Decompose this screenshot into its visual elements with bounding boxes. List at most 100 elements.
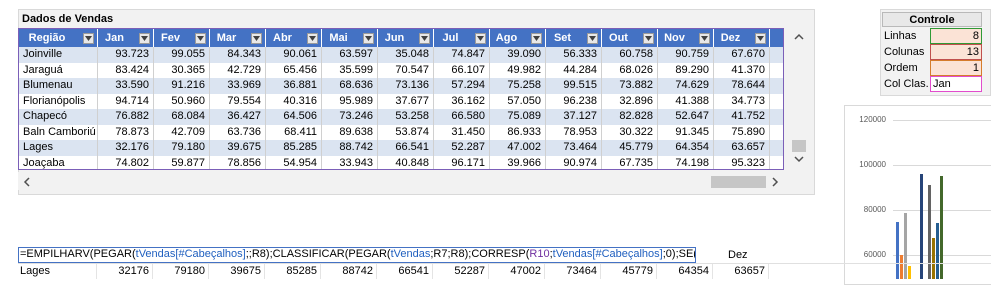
value-cell[interactable]: 66.541 xyxy=(378,140,434,156)
result-value-cell[interactable]: 88742 xyxy=(321,264,377,279)
value-cell[interactable]: 74.802 xyxy=(98,155,154,169)
chart-bar[interactable] xyxy=(908,266,911,279)
result-value-cell[interactable]: 39675 xyxy=(209,264,265,279)
scroll-left-icon[interactable] xyxy=(20,175,34,189)
value-cell[interactable]: 35.048 xyxy=(378,47,434,63)
value-cell[interactable]: 90.974 xyxy=(546,155,602,169)
table-row[interactable]: Blumenau 33.590 91.216 33.969 36.881 68.636 73… xyxy=(19,78,783,94)
value-cell[interactable]: 68.084 xyxy=(154,109,210,125)
table-row[interactable]: Lages 32.176 79.180 39.675 85.285 88.742 66.54… xyxy=(19,140,783,156)
result-value-cell[interactable]: 73464 xyxy=(545,264,601,279)
formula-cell[interactable]: =EMPILHARV(PEGAR(tVendas[#Cabeçalhos];;R… xyxy=(18,247,696,263)
horizontal-scroll-thumb[interactable] xyxy=(711,176,766,188)
value-cell[interactable]: 93.723 xyxy=(98,47,154,63)
value-cell[interactable]: 53.874 xyxy=(378,124,434,140)
chart-bar[interactable] xyxy=(900,255,903,279)
region-cell[interactable]: Chapecó xyxy=(19,109,98,125)
column-header[interactable]: Jun xyxy=(378,29,434,47)
value-cell[interactable]: 73.246 xyxy=(322,109,378,125)
scroll-down-icon[interactable] xyxy=(792,152,806,166)
table-row[interactable]: Joinville 93.723 99.055 84.343 90.061 63.597 3… xyxy=(19,47,783,63)
value-cell[interactable]: 95.989 xyxy=(322,93,378,109)
column-header[interactable]: Jan xyxy=(98,29,154,47)
value-cell[interactable]: 68.411 xyxy=(266,124,322,140)
value-cell[interactable]: 31.450 xyxy=(434,124,490,140)
value-cell[interactable]: 99.055 xyxy=(154,47,210,63)
value-cell[interactable]: 37.677 xyxy=(378,93,434,109)
region-cell[interactable]: Joaçaba xyxy=(19,155,98,169)
value-cell[interactable]: 90.061 xyxy=(266,47,322,63)
value-cell[interactable]: 47.002 xyxy=(490,140,546,156)
filter-dropdown-icon[interactable] xyxy=(195,32,206,44)
result-value-cell[interactable]: 79180 xyxy=(153,264,209,279)
value-cell[interactable]: 96.171 xyxy=(434,155,490,169)
column-header[interactable]: Dez xyxy=(714,29,770,47)
value-cell[interactable]: 90.759 xyxy=(658,47,714,63)
filter-dropdown-icon[interactable] xyxy=(587,32,598,44)
result-value-cell[interactable]: 64354 xyxy=(657,264,713,279)
horizontal-scrollbar[interactable] xyxy=(18,172,784,190)
region-cell[interactable]: Joinville xyxy=(19,47,98,63)
value-cell[interactable]: 96.238 xyxy=(546,93,602,109)
value-cell[interactable]: 33.969 xyxy=(210,78,266,94)
column-header[interactable]: Fev xyxy=(154,29,210,47)
value-cell[interactable]: 75.258 xyxy=(490,78,546,94)
value-cell[interactable]: 89.638 xyxy=(322,124,378,140)
value-cell[interactable]: 33.590 xyxy=(98,78,154,94)
value-cell[interactable]: 91.216 xyxy=(154,78,210,94)
table-row[interactable]: Chapecó 76.882 68.084 36.427 64.506 73.246 53.… xyxy=(19,109,783,125)
value-cell[interactable]: 39.090 xyxy=(490,47,546,63)
chart-bar[interactable] xyxy=(904,212,907,279)
region-cell[interactable]: Baln Camboriú xyxy=(19,124,98,140)
value-cell[interactable]: 36.427 xyxy=(210,109,266,125)
value-cell[interactable]: 40.848 xyxy=(378,155,434,169)
table-row[interactable]: Baln Camboriú 78.873 42.709 63.736 68.411 89.… xyxy=(19,124,783,140)
value-cell[interactable]: 70.547 xyxy=(378,62,434,78)
result-value-cell[interactable]: 45779 xyxy=(601,264,657,279)
value-cell[interactable]: 74.847 xyxy=(434,47,490,63)
filter-dropdown-icon[interactable] xyxy=(755,32,766,44)
value-cell[interactable]: 64.506 xyxy=(266,109,322,125)
value-cell[interactable]: 89.290 xyxy=(658,62,714,78)
value-cell[interactable]: 73.464 xyxy=(546,140,602,156)
column-header[interactable]: Set xyxy=(546,29,602,47)
chart-bar[interactable] xyxy=(896,221,899,279)
value-cell[interactable]: 74.198 xyxy=(658,155,714,169)
value-cell[interactable]: 49.982 xyxy=(490,62,546,78)
value-cell[interactable]: 52.287 xyxy=(434,140,490,156)
result-value-cell[interactable]: 47002 xyxy=(489,264,545,279)
column-header[interactable]: Mai xyxy=(322,29,378,47)
linhas-input[interactable]: 8 xyxy=(930,28,982,44)
value-cell[interactable]: 54.954 xyxy=(266,155,322,169)
value-cell[interactable]: 83.424 xyxy=(98,62,154,78)
scroll-right-icon[interactable] xyxy=(768,175,782,189)
value-cell[interactable]: 32.176 xyxy=(98,140,154,156)
value-cell[interactable]: 33.943 xyxy=(322,155,378,169)
filter-dropdown-icon[interactable] xyxy=(251,32,262,44)
value-cell[interactable]: 82.828 xyxy=(602,109,658,125)
filter-dropdown-icon[interactable] xyxy=(83,32,94,44)
value-cell[interactable]: 66.580 xyxy=(434,109,490,125)
result-value-cell[interactable]: 32176 xyxy=(97,264,153,279)
value-cell[interactable]: 63.736 xyxy=(210,124,266,140)
value-cell[interactable]: 67.735 xyxy=(602,155,658,169)
scroll-up-icon[interactable] xyxy=(792,30,806,44)
result-value-cell[interactable]: 66541 xyxy=(377,264,433,279)
value-cell[interactable]: 63.597 xyxy=(322,47,378,63)
value-cell[interactable]: 85.285 xyxy=(266,140,322,156)
value-cell[interactable]: 75.089 xyxy=(490,109,546,125)
region-cell[interactable]: Florianópolis xyxy=(19,93,98,109)
value-cell[interactable]: 65.456 xyxy=(266,62,322,78)
value-cell[interactable]: 34.773 xyxy=(714,93,770,109)
value-cell[interactable]: 35.599 xyxy=(322,62,378,78)
chart-bar[interactable] xyxy=(932,237,935,279)
value-cell[interactable]: 30.365 xyxy=(154,62,210,78)
value-cell[interactable]: 44.284 xyxy=(546,62,602,78)
value-cell[interactable]: 39.966 xyxy=(490,155,546,169)
result-value-cell[interactable]: 85285 xyxy=(265,264,321,279)
value-cell[interactable]: 67.670 xyxy=(714,47,770,63)
column-header[interactable]: Out xyxy=(602,29,658,47)
value-cell[interactable]: 30.322 xyxy=(602,124,658,140)
value-cell[interactable]: 45.779 xyxy=(602,140,658,156)
value-cell[interactable]: 79.180 xyxy=(154,140,210,156)
